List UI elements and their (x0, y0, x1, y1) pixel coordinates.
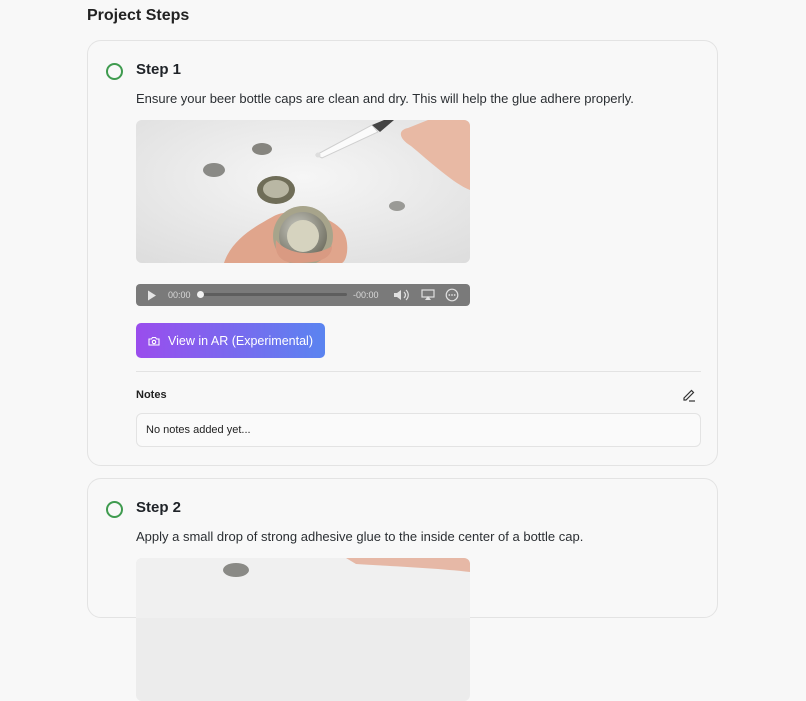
glue-application-photo (136, 558, 470, 618)
volume-icon[interactable] (393, 289, 411, 301)
edit-icon (683, 389, 695, 402)
bottle-caps-photo (136, 120, 470, 263)
divider (136, 371, 701, 372)
audio-remaining-time: -00:00 (353, 290, 379, 300)
step-image (136, 558, 470, 701)
notes-box[interactable]: No notes added yet... (136, 413, 701, 447)
step-title: Step 1 (136, 61, 182, 78)
notes-label: Notes (136, 389, 167, 401)
camera-icon (148, 336, 160, 346)
step-description: Ensure your beer bottle caps are clean a… (136, 91, 634, 106)
play-icon[interactable] (147, 290, 157, 301)
audio-progress-track[interactable] (199, 293, 347, 296)
page-title: Project Steps (87, 7, 190, 24)
check-circle-icon[interactable] (106, 63, 123, 80)
more-options-icon[interactable] (445, 288, 459, 302)
step-card-1: Step 1 Ensure your beer bottle caps are … (87, 40, 718, 466)
edit-notes-button[interactable] (682, 388, 698, 404)
airplay-icon[interactable] (421, 289, 435, 301)
check-circle-icon[interactable] (106, 501, 123, 518)
step-description: Apply a small drop of strong adhesive gl… (136, 529, 584, 544)
audio-player[interactable]: 00:00 -00:00 (136, 284, 470, 306)
step-card-2: Step 2 Apply a small drop of strong adhe… (87, 478, 718, 701)
step-title: Step 2 (136, 499, 182, 516)
view-in-ar-button[interactable]: View in AR (Experimental) (136, 323, 325, 358)
ar-button-label: View in AR (Experimental) (168, 333, 313, 348)
audio-scrubber-handle[interactable] (197, 291, 204, 298)
audio-current-time: 00:00 (168, 290, 191, 300)
notes-text: No notes added yet... (146, 424, 251, 436)
step-image (136, 120, 470, 263)
